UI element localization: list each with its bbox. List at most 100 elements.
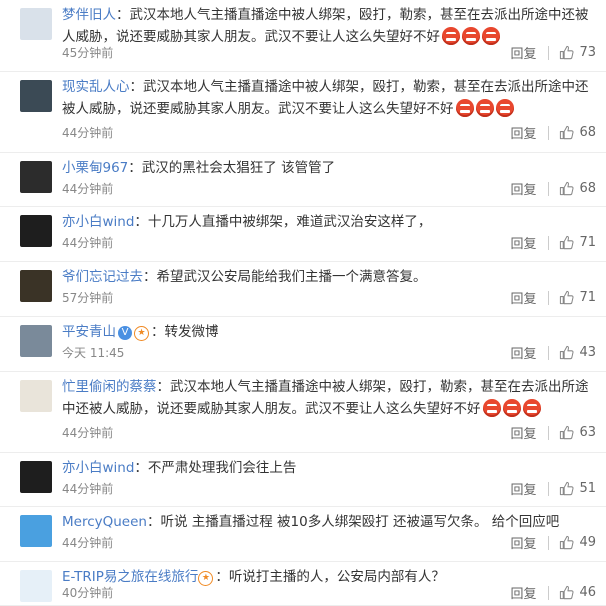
username-link[interactable]: E-TRIP易之旅在线旅行 <box>62 569 198 585</box>
username-link[interactable]: 平安青山 <box>62 324 116 340</box>
angry-face-emoji-icon <box>482 27 500 45</box>
username-link[interactable]: 忙里偷闲的蔡蔡 <box>62 379 157 395</box>
like-button[interactable]: 71 <box>559 290 596 305</box>
comment-item: 爷们忘记过去：希望武汉公安局能给我们主播一个满意答复。 57分钟前 回复 71 <box>0 262 606 317</box>
thumbs-up-icon <box>560 425 574 440</box>
action-divider <box>548 235 550 250</box>
username-link[interactable]: 小栗甸967 <box>62 160 128 176</box>
comment-actions: 回复 68 <box>510 179 596 198</box>
thumbs-up-icon <box>560 345 574 360</box>
comment-separator: ： <box>134 214 148 230</box>
org-badge-icon: ★ <box>134 326 149 341</box>
comment-separator: ： <box>129 79 144 95</box>
like-button[interactable]: 71 <box>559 235 596 250</box>
comment-separator: ： <box>134 460 148 476</box>
avatar[interactable] <box>20 80 52 112</box>
comment-item: 小栗甸967：武汉的黑社会太猖狂了 该管管了 44分钟前 回复 68 <box>0 153 606 207</box>
angry-face-emoji-icon <box>442 27 460 45</box>
comment-actions: 回复 71 <box>510 288 596 307</box>
like-button[interactable]: 68 <box>559 125 596 140</box>
avatar[interactable] <box>20 8 52 40</box>
reply-button[interactable]: 回复 <box>510 288 536 307</box>
avatar[interactable] <box>20 325 52 357</box>
username-link[interactable]: 梦伴旧人 <box>62 7 116 23</box>
reply-button[interactable]: 回复 <box>510 179 536 198</box>
action-divider <box>548 125 550 140</box>
like-button[interactable]: 46 <box>559 585 596 600</box>
like-button[interactable]: 73 <box>559 45 596 60</box>
reply-button[interactable]: 回复 <box>510 123 536 142</box>
like-count: 71 <box>579 235 596 250</box>
like-button[interactable]: 63 <box>559 425 596 440</box>
like-button[interactable]: 51 <box>559 481 596 496</box>
like-button[interactable]: 43 <box>559 345 596 360</box>
comment-timestamp: 今天 11:45 <box>62 346 125 360</box>
comment-timestamp: 44分钟前 <box>62 426 114 440</box>
comment-text: 十几万人直播中被绑架，难道武汉治安这样了， <box>147 214 432 230</box>
comment-separator: ： <box>215 569 229 585</box>
comment-content: MercyQueen：听说 主播直播过程 被10多人绑架殴打 还被逼写欠条。 给… <box>62 511 592 533</box>
comment-actions: 回复 63 <box>510 423 596 442</box>
username-link[interactable]: MercyQueen <box>62 514 147 530</box>
avatar[interactable] <box>20 215 52 247</box>
reply-button[interactable]: 回复 <box>510 343 536 362</box>
like-count: 68 <box>579 125 596 140</box>
comment-content: 小栗甸967：武汉的黑社会太猖狂了 该管管了 <box>62 157 592 179</box>
reply-button[interactable]: 回复 <box>510 43 536 62</box>
comment-content: 忙里偷闲的蔡蔡：武汉本地人气主播直播途中被人绑架，殴打，勒索，甚至在去派出所途中… <box>62 376 592 420</box>
comment-item: 平安青山 V ★ ：转发微博 今天 11:45 回复 43 <box>0 317 606 372</box>
avatar[interactable] <box>20 515 52 547</box>
avatar[interactable] <box>20 570 52 602</box>
comment-separator: ： <box>128 160 142 176</box>
username-link[interactable]: 亦小白wind <box>62 460 134 476</box>
comment-text: 转发微博 <box>164 324 219 340</box>
angry-face-emoji-icon <box>475 99 494 117</box>
comment-actions: 回复 71 <box>510 233 596 252</box>
reply-button[interactable]: 回复 <box>510 533 536 552</box>
avatar[interactable] <box>20 461 52 493</box>
angry-face-emoji-icon <box>482 399 501 417</box>
reply-button[interactable]: 回复 <box>510 479 536 498</box>
reply-button[interactable]: 回复 <box>510 423 536 442</box>
comment-actions: 回复 43 <box>510 343 596 362</box>
comment-content: 梦伴旧人：武汉本地人气主播直播途中被人绑架，殴打，勒索，甚至在去派出所途中还被人… <box>62 4 592 48</box>
avatar[interactable] <box>20 380 52 412</box>
comment-text: 不严肃处理我们会往上告 <box>147 460 297 476</box>
comment-timestamp: 44分钟前 <box>62 126 114 140</box>
avatar[interactable] <box>20 161 52 193</box>
username-link[interactable]: 爷们忘记过去 <box>62 269 143 285</box>
thumbs-up-icon <box>560 181 574 196</box>
thumbs-up-icon <box>560 125 574 140</box>
angry-face-emoji-icon <box>522 399 541 417</box>
action-divider <box>548 45 550 60</box>
org-badge-icon: ★ <box>198 571 214 586</box>
username-link[interactable]: 亦小白wind <box>62 214 134 230</box>
angry-face-emoji-icon <box>455 99 474 117</box>
avatar[interactable] <box>20 270 52 302</box>
like-count: 73 <box>579 45 596 60</box>
comment-timestamp: 44分钟前 <box>62 536 114 550</box>
comment-separator: ： <box>146 514 161 530</box>
reply-button[interactable]: 回复 <box>510 583 536 602</box>
thumbs-up-icon <box>560 481 574 496</box>
like-count: 71 <box>579 290 596 305</box>
username-link[interactable]: 现实乱人心 <box>62 79 130 95</box>
reply-button[interactable]: 回复 <box>510 233 536 252</box>
action-divider <box>548 345 550 360</box>
action-divider <box>548 481 550 496</box>
action-divider <box>548 425 550 440</box>
angry-face-emoji-icon <box>462 27 480 45</box>
comment-separator: ： <box>116 7 130 23</box>
thumbs-up-icon <box>560 585 574 600</box>
comment-content: 亦小白wind：不严肃处理我们会往上告 <box>62 457 592 479</box>
comment-separator: ： <box>156 379 171 395</box>
thumbs-up-icon <box>560 235 574 250</box>
comment-item: 亦小白wind：十几万人直播中被绑架，难道武汉治安这样了， 44分钟前 回复 71 <box>0 207 606 262</box>
like-button[interactable]: 68 <box>559 181 596 196</box>
comment-content: 现实乱人心：武汉本地人气主播直播途中被人绑架，殴打，勒索，甚至在去派出所途中还被… <box>62 76 592 120</box>
like-button[interactable]: 49 <box>559 535 596 550</box>
angry-face-emoji-icon <box>495 99 514 117</box>
like-count: 63 <box>579 425 596 440</box>
thumbs-up-icon <box>560 535 574 550</box>
comment-separator: ： <box>143 269 157 285</box>
